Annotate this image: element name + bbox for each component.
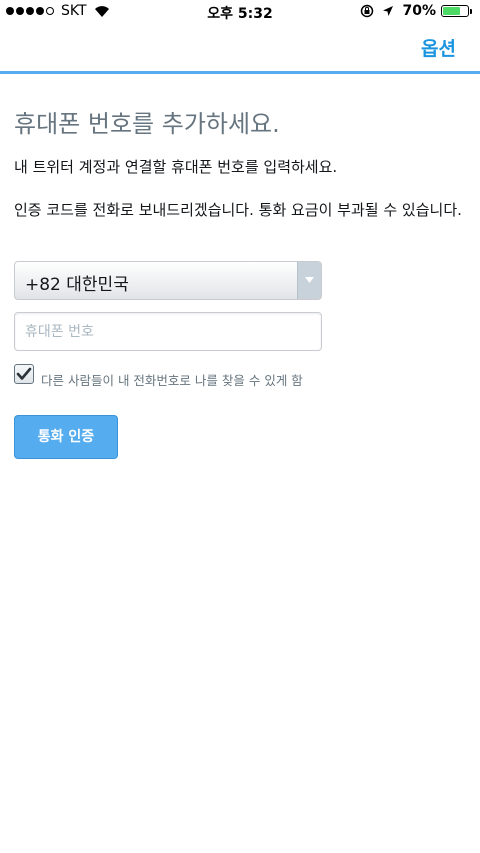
status-bar: SKT 오후 5:32 70% <box>0 0 480 24</box>
battery-tip <box>470 8 472 14</box>
checkmark-icon <box>16 367 32 380</box>
discoverable-label[interactable]: 다른 사람들이 내 전화번호로 나를 찾을 수 있게 함 <box>41 370 303 389</box>
call-verify-button[interactable]: 통화 인증 <box>14 415 118 459</box>
instruction-text: 내 트위터 계정과 연결할 휴대폰 번호를 입력하세요. <box>14 158 338 176</box>
location-arrow-icon <box>383 6 394 16</box>
country-code-select[interactable]: +82 대한민국 <box>14 261 322 300</box>
chevron-down-icon <box>305 277 314 283</box>
options-button[interactable]: 옵션 <box>421 34 456 61</box>
battery-fill <box>443 7 460 15</box>
battery-percent: 70% <box>402 3 436 19</box>
status-right: 70% <box>360 3 472 19</box>
battery-icon <box>441 5 469 17</box>
select-arrow <box>297 262 321 299</box>
nav-divider <box>0 71 480 74</box>
rotation-lock-icon <box>361 4 374 18</box>
country-code-value: +82 대한민국 <box>25 275 129 295</box>
discoverable-checkbox[interactable] <box>14 364 34 384</box>
phone-number-input[interactable] <box>14 312 322 351</box>
nav-bar: 옵션 <box>0 24 480 72</box>
notice-text: 인증 코드를 전화로 보내드리겠습니다. 통화 요금이 부과될 수 있습니다. <box>14 201 462 219</box>
page-title: 휴대폰 번호를 추가하세요. <box>14 110 280 138</box>
